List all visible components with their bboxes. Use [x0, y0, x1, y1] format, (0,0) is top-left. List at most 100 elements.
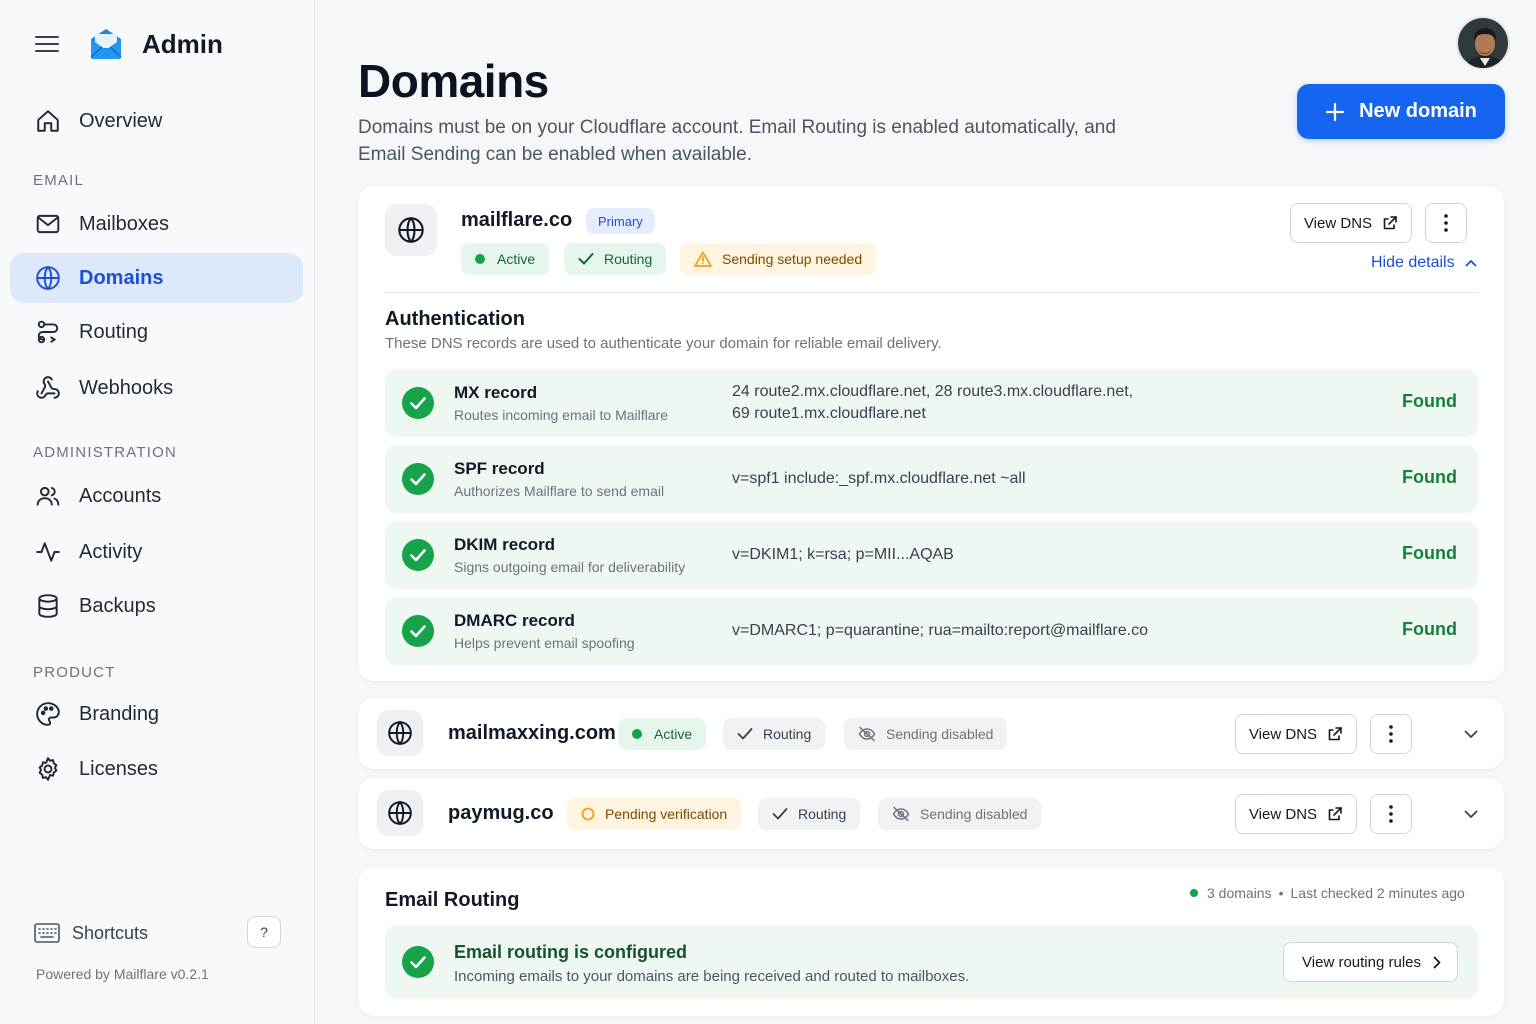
new-domain-label: New domain — [1359, 100, 1477, 122]
more-options-button[interactable] — [1370, 794, 1412, 834]
sidebar-item-label: Backups — [79, 594, 156, 617]
brand: Admin — [34, 26, 223, 62]
expand-button[interactable] — [1456, 799, 1486, 829]
check-circle-icon — [402, 539, 434, 571]
sidebar-item-label: Overview — [79, 109, 163, 132]
chevron-down-icon — [1464, 810, 1478, 818]
sidebar-item-backups[interactable]: Backups — [10, 581, 303, 631]
record-value-line: 69 route1.mx.cloudflare.net — [732, 405, 926, 422]
record-description: Routes incoming email to Mailflare — [454, 407, 668, 423]
sidebar-item-label: Routing — [79, 320, 148, 343]
check-circle-icon — [402, 615, 434, 647]
badge-label: Sending disabled — [920, 806, 1028, 822]
sidebar-item-overview[interactable]: Overview — [10, 96, 303, 146]
external-link-icon — [1328, 807, 1342, 821]
view-dns-label: View DNS — [1303, 214, 1373, 232]
more-options-button[interactable] — [1370, 714, 1412, 754]
dns-record-spf: SPF record Authorizes Mailflare to send … — [385, 445, 1478, 513]
check-circle-icon — [402, 946, 434, 978]
badge-label: Sending disabled — [886, 726, 994, 742]
status-badge-active: Active — [618, 718, 707, 750]
sidebar-item-label: Licenses — [79, 757, 158, 780]
sidebar-item-label: Mailboxes — [79, 212, 170, 235]
badge-label: Pending verification — [605, 806, 728, 822]
home-icon — [34, 107, 62, 135]
external-link-icon — [1328, 727, 1342, 741]
record-name: MX record — [454, 383, 538, 402]
dns-record-dmarc: DMARC record Helps prevent email spoofin… — [385, 597, 1478, 665]
record-value: v=spf1 include:_spf.mx.cloudflare.net ~a… — [732, 470, 1026, 487]
kebab-icon — [1389, 805, 1393, 823]
pending-circle-icon — [581, 807, 595, 821]
domain-name: paymug.co — [448, 802, 554, 824]
new-domain-button[interactable]: New domain — [1297, 84, 1505, 139]
pending-verification-badge: Pending verification — [567, 798, 742, 830]
sidebar-item-routing[interactable]: Routing — [10, 307, 303, 357]
eye-off-icon — [892, 806, 910, 822]
sending-setup-badge: Sending setup needed — [680, 243, 877, 275]
record-description: Authorizes Mailflare to send email — [454, 483, 665, 499]
check-icon — [737, 727, 753, 741]
record-description: Helps prevent email spoofing — [454, 635, 635, 651]
page-subtitle: Domains must be on your Cloudflare accou… — [358, 117, 1116, 165]
domain-globe-icon — [377, 710, 423, 756]
globe-icon — [34, 264, 62, 292]
sidebar-item-label: Activity — [79, 540, 143, 563]
badge-label: Active — [654, 726, 693, 742]
section-label-email: EMAIL — [33, 172, 85, 189]
sidebar-item-branding[interactable]: Branding — [10, 689, 303, 739]
more-options-button[interactable] — [1425, 203, 1467, 243]
routing-badge: Routing — [723, 718, 826, 750]
sidebar-item-label: Accounts — [79, 484, 162, 507]
mail-logo-icon — [88, 26, 124, 62]
record-name: SPF record — [454, 459, 545, 478]
database-icon — [34, 592, 62, 620]
sidebar-item-activity[interactable]: Activity — [10, 527, 303, 577]
record-value: 24 route2.mx.cloudflare.net, 28 route3.m… — [732, 381, 1172, 425]
status-badge-active: Active — [461, 243, 550, 275]
view-dns-label: View DNS — [1248, 725, 1318, 743]
routing-icon — [34, 318, 62, 346]
sidebar-item-domains[interactable]: Domains — [10, 253, 303, 303]
record-status: Found — [1402, 391, 1457, 411]
record-status: Found — [1402, 619, 1457, 639]
powered-by-text: Powered by Mailflare v0.2.1 — [36, 966, 209, 982]
sidebar-item-webhooks[interactable]: Webhooks — [10, 363, 303, 413]
chevron-down-icon — [1464, 730, 1478, 738]
sidebar-item-accounts[interactable]: Accounts — [10, 471, 303, 521]
view-dns-button[interactable]: View DNS — [1290, 203, 1412, 243]
routing-status-description: Incoming emails to your domains are bein… — [454, 968, 970, 985]
chevron-right-icon — [1433, 956, 1441, 968]
sending-disabled-badge: Sending disabled — [878, 798, 1042, 830]
sidebar-item-mailboxes[interactable]: Mailboxes — [10, 199, 303, 249]
app-title: Admin — [142, 28, 223, 59]
check-circle-icon — [402, 463, 434, 495]
plus-icon — [1325, 102, 1345, 121]
view-routing-rules-button[interactable]: View routing rules — [1283, 942, 1458, 982]
view-dns-button[interactable]: View DNS — [1235, 714, 1357, 754]
view-dns-button[interactable]: View DNS — [1235, 794, 1357, 834]
expand-button[interactable] — [1456, 719, 1486, 749]
external-link-icon — [1383, 216, 1397, 230]
user-avatar[interactable] — [1456, 16, 1510, 70]
sidebar-item-licenses[interactable]: Licenses — [10, 744, 303, 794]
shortcuts-label: Shortcuts — [72, 922, 149, 943]
routing-status-box: Email routing is configured Incoming ema… — [385, 925, 1478, 999]
shortcut-key-badge: ? — [247, 916, 281, 948]
routing-badge: Routing — [758, 798, 861, 830]
page-title: Domains — [358, 55, 549, 107]
palette-icon — [34, 700, 62, 728]
meta-separator: • — [1278, 885, 1284, 901]
warning-icon — [694, 251, 712, 267]
shortcuts-button[interactable]: Shortcuts ? — [34, 916, 281, 950]
domain-name: mailflare.co — [461, 209, 573, 231]
record-value: v=DMARC1; p=quarantine; rua=mailto:repor… — [732, 622, 1148, 639]
hide-details-button[interactable]: Hide details — [1371, 254, 1477, 272]
menu-toggle-button[interactable] — [34, 26, 60, 62]
routing-meta: 3 domains • Last checked 2 minutes ago — [1190, 885, 1465, 901]
hide-details-label: Hide details — [1371, 254, 1455, 271]
activity-icon — [34, 538, 62, 566]
view-dns-label: View DNS — [1248, 805, 1318, 823]
record-value-line: 24 route2.mx.cloudflare.net, 28 route3.m… — [732, 383, 1134, 400]
domain-globe-icon — [385, 204, 437, 256]
